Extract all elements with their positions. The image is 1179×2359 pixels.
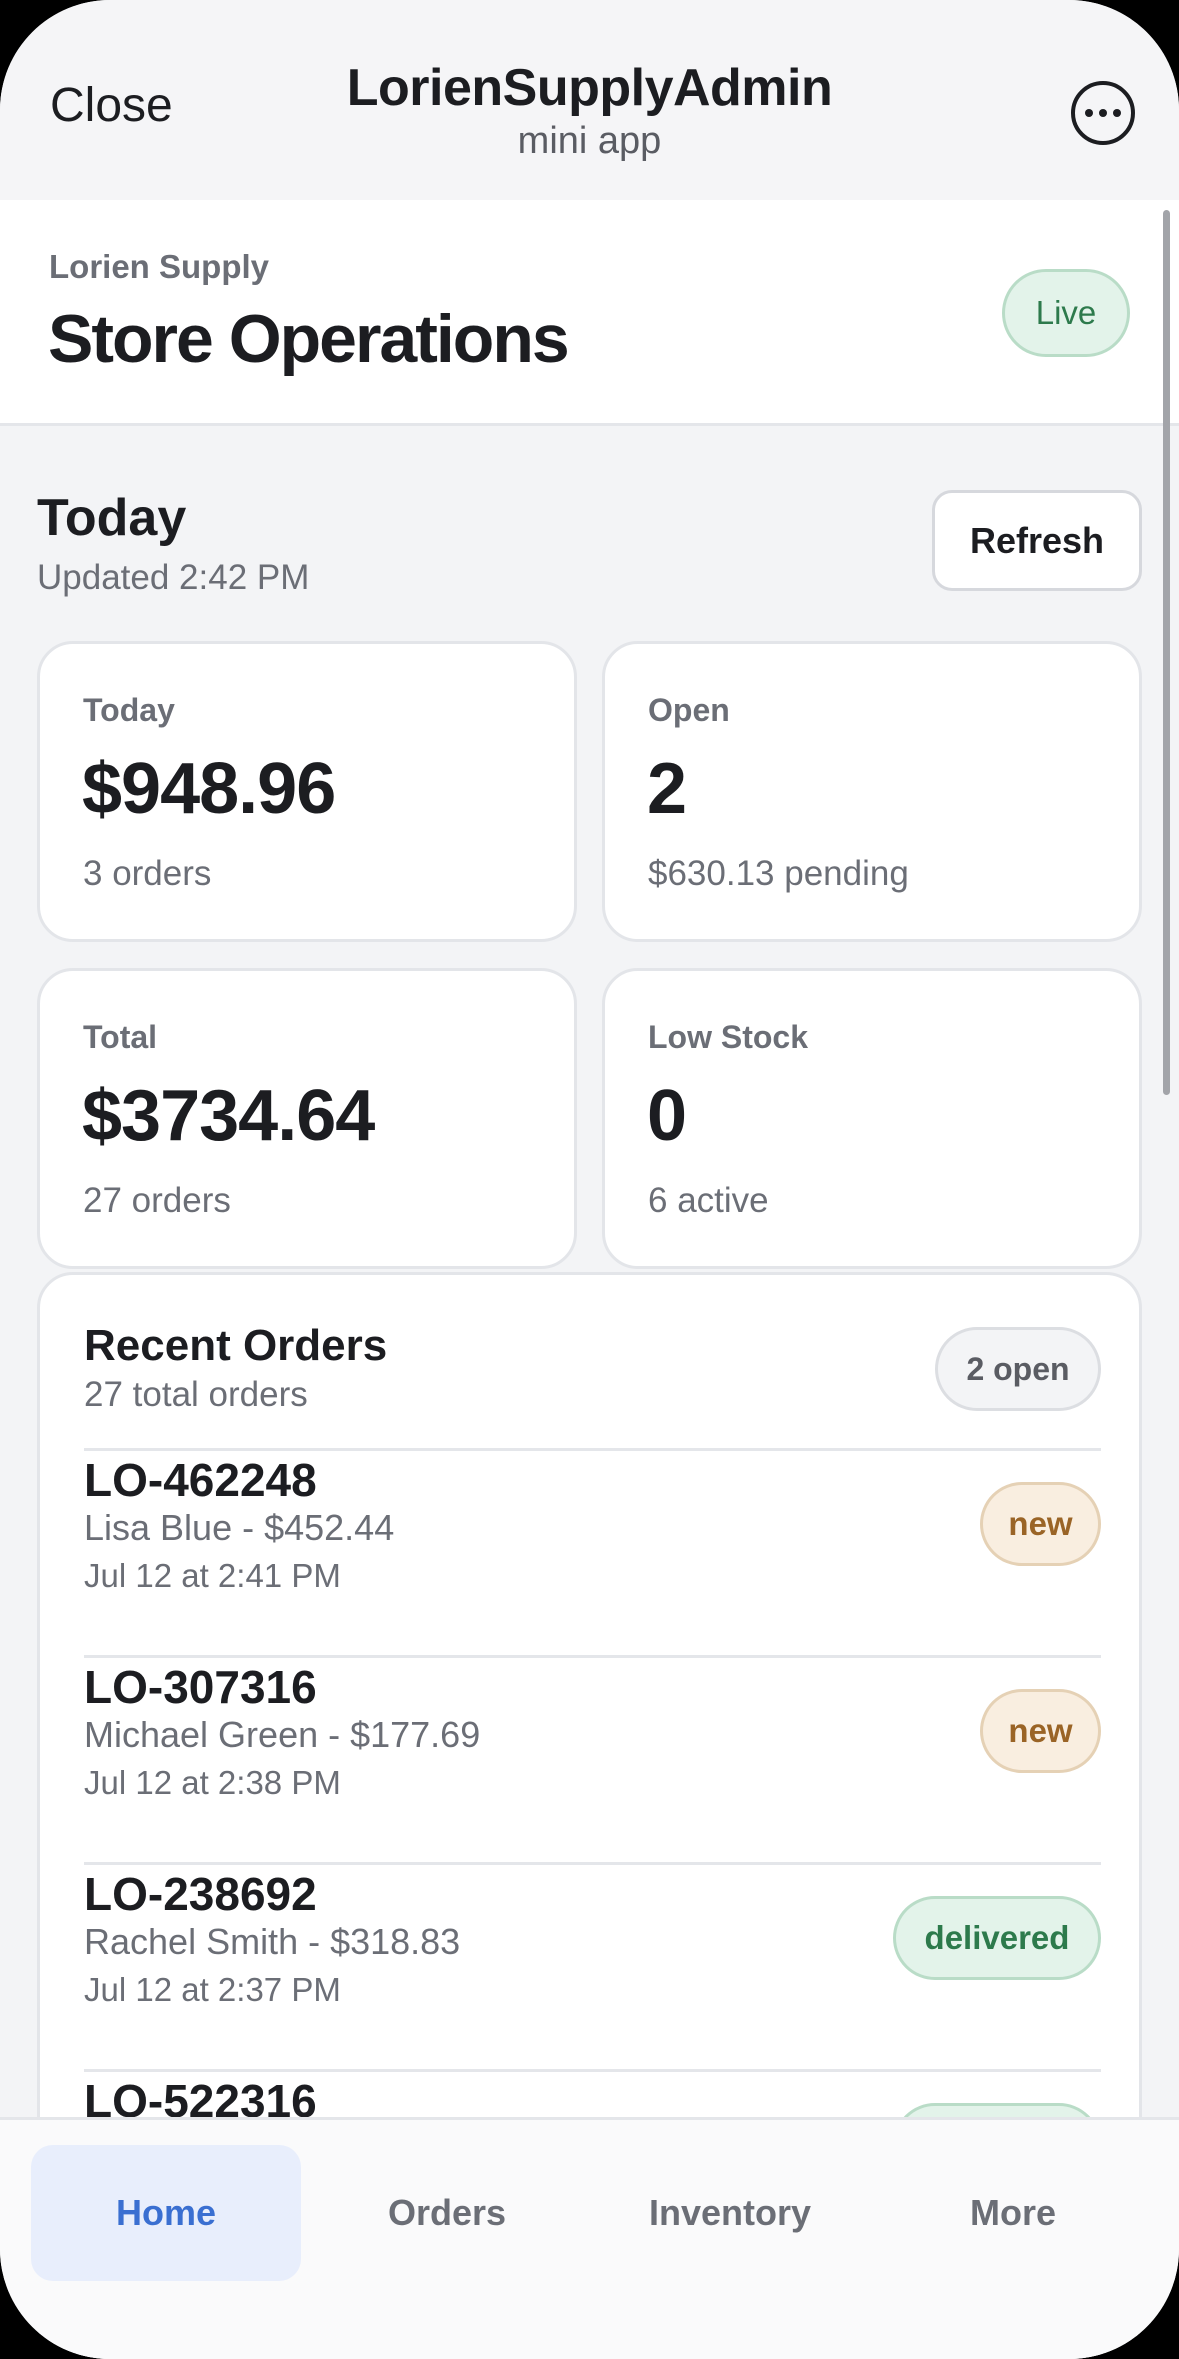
dot (1085, 109, 1093, 117)
stat-value: $948.96 (82, 749, 336, 829)
stat-label: Low Stock (648, 1019, 809, 1055)
order-date: Jul 12 at 2:38 PM (84, 1764, 341, 1801)
today-heading: Today (37, 489, 187, 547)
tab-orders[interactable]: Orders (312, 2145, 582, 2281)
order-customer: Lisa Blue - $452.44 (84, 1507, 395, 1548)
recent-orders-subtitle: 27 total orders (84, 1375, 308, 1414)
order-customer: Michael Green - $177.69 (84, 1714, 481, 1755)
stat-sub: 3 orders (83, 854, 212, 893)
scrollbar[interactable] (1163, 210, 1170, 1095)
live-status-badge: Live (1002, 269, 1130, 357)
order-row[interactable]: LO-238692 Rachel Smith - $318.83 Jul 12 … (84, 1862, 1101, 2069)
recent-orders-title: Recent Orders (84, 1321, 388, 1370)
stat-card-low-stock: Low Stock 0 6 active (602, 968, 1142, 1269)
order-id: LO-307316 (84, 1661, 317, 1713)
stat-sub: $630.13 pending (648, 854, 909, 893)
order-date: Jul 12 at 2:37 PM (84, 1971, 341, 2008)
mini-app-header: Close LorienSupplyAdmin mini app (0, 0, 1179, 200)
order-row[interactable]: LO-307316 Michael Green - $177.69 Jul 12… (84, 1655, 1101, 1862)
page-title: Store Operations (48, 301, 570, 377)
order-customer: Rachel Smith - $318.83 (84, 1921, 461, 1962)
dot (1099, 109, 1107, 117)
stat-card-today: Today $948.96 3 orders (37, 641, 577, 942)
order-id: LO-238692 (84, 1868, 317, 1920)
order-id: LO-462248 (84, 1454, 317, 1506)
dot (1113, 109, 1121, 117)
bottom-tab-bar: Home Orders Inventory More (0, 2117, 1179, 2359)
app-subtitle: mini app (517, 120, 662, 162)
open-count-badge: 2 open (935, 1327, 1101, 1411)
stat-sub: 6 active (648, 1181, 769, 1220)
more-options-icon[interactable] (1071, 81, 1135, 145)
app-title: LorienSupplyAdmin (346, 59, 833, 117)
status-badge: delivered (893, 1896, 1101, 1980)
order-date: Jul 12 at 2:41 PM (84, 1557, 341, 1594)
stat-label: Today (83, 692, 175, 728)
status-badge: new (980, 1689, 1101, 1773)
stat-label: Total (83, 1019, 158, 1055)
order-row[interactable]: LO-462248 Lisa Blue - $452.44 Jul 12 at … (84, 1448, 1101, 1655)
stat-card-open: Open 2 $630.13 pending (602, 641, 1142, 942)
stat-value: $3734.64 (82, 1076, 375, 1156)
stat-value: 0 (647, 1076, 687, 1156)
stat-label: Open (648, 692, 730, 728)
store-header: Lorien Supply Store Operations Live (0, 200, 1179, 426)
updated-timestamp: Updated 2:42 PM (37, 558, 310, 597)
store-name: Lorien Supply (49, 248, 270, 285)
stat-value: 2 (647, 749, 687, 829)
stat-card-total: Total $3734.64 27 orders (37, 968, 577, 1269)
tab-inventory[interactable]: Inventory (595, 2145, 865, 2281)
refresh-button[interactable]: Refresh (932, 490, 1142, 591)
status-badge: new (980, 1482, 1101, 1566)
tab-more[interactable]: More (878, 2145, 1148, 2281)
stat-sub: 27 orders (83, 1181, 231, 1220)
tab-home[interactable]: Home (31, 2145, 301, 2281)
phone-screen: Close LorienSupplyAdmin mini app Lorien … (0, 0, 1179, 2359)
